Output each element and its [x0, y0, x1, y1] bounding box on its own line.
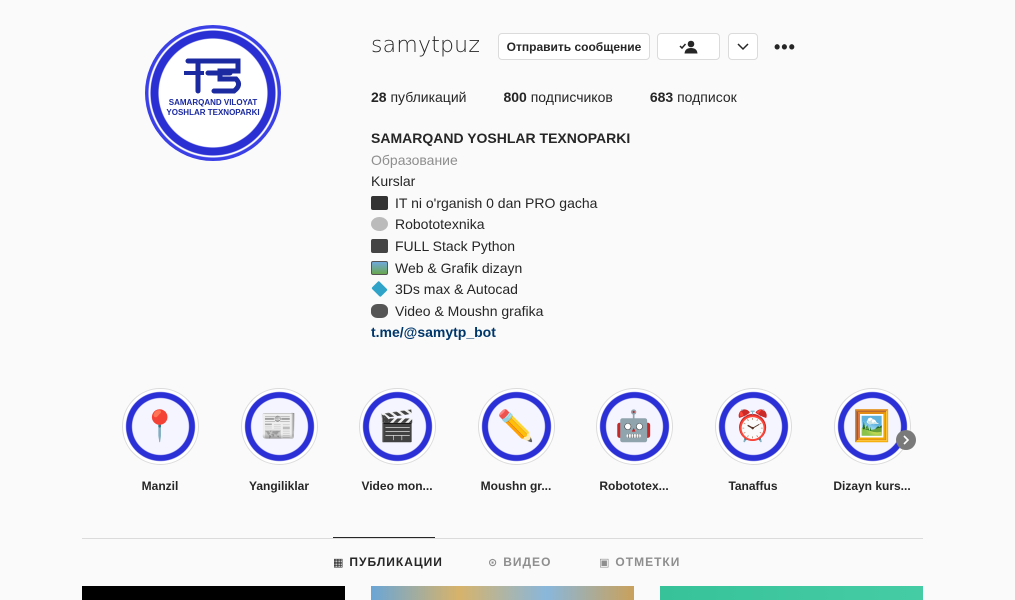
highlight-label: Moushn gr... [480, 479, 552, 493]
framed-picture-icon [371, 260, 388, 275]
highlight-item[interactable]: ✏️ Moushn gr... [471, 388, 561, 493]
profile-bio: SAMARQAND YOSHLAR TEXNOPARKI Образование… [371, 128, 630, 344]
tab-video-label: ВИДЕО [503, 555, 552, 569]
posts-count: 28 [371, 89, 387, 105]
robot-icon: 🤖 [598, 391, 670, 462]
suggestions-dropdown-button[interactable] [728, 33, 758, 60]
post-thumbnail[interactable] [82, 586, 345, 600]
story-highlights: 📍 Manzil 📰 Yangiliklar 🎬 Video mon... ✏️… [0, 388, 1015, 498]
bio-line-text: 3Ds max & Autocad [395, 281, 518, 298]
tab-posts[interactable]: ▦ ПУБЛИКАЦИИ [333, 555, 443, 569]
map-pin-icon: 📍 [124, 391, 196, 462]
highlight-item[interactable]: ⏰ Tanaffus [708, 388, 798, 493]
highlight-label: Video mon... [361, 479, 433, 493]
highlight-label: Tanaffus [728, 479, 778, 493]
highlight-ring: ⏰ [714, 388, 792, 465]
chevron-down-icon [737, 42, 749, 50]
alarm-clock-icon: ⏰ [717, 391, 789, 462]
bio-category: Образование [371, 151, 458, 168]
highlight-item[interactable]: 🎬 Video mon... [352, 388, 442, 493]
bio-line-text: Web & Grafik dizayn [395, 259, 523, 276]
tabs-divider [82, 538, 923, 539]
highlight-ring: 🤖 [595, 388, 673, 465]
bio-line-text: FULL Stack Python [395, 237, 516, 254]
play-circle-icon: ⊙ [488, 556, 499, 569]
highlight-ring: 🎬 [358, 388, 436, 465]
more-horizontal-icon[interactable]: ••• [774, 37, 796, 58]
avatar-caption-line1: SAMARQAND VILOYAT [168, 98, 258, 107]
posts-label: публикаций [390, 89, 467, 105]
tab-tagged-label: ОТМЕТКИ [615, 555, 681, 569]
followers-count: 800 [503, 89, 527, 105]
pencil-ruler-icon: ✏️ [480, 391, 552, 462]
highlight-ring: 📰 [240, 388, 318, 465]
bio-link[interactable]: t.me/@samytp_bot [371, 322, 630, 344]
post-thumbnail[interactable] [371, 586, 634, 600]
active-tab-indicator [333, 537, 435, 538]
following-stat[interactable]: 683 подписок [650, 89, 737, 105]
profile-stats: 28 публикаций 800 подписчиков 683 подпис… [371, 89, 774, 105]
film-projector-icon [371, 303, 388, 318]
bio-line: Web & Grafik dizayn [371, 258, 630, 280]
highlight-label: Dizayn kurs... [833, 479, 911, 493]
robot-face-icon [371, 217, 388, 232]
bio-line: 3Ds max & Autocad [371, 279, 630, 301]
post-thumbnail[interactable] [660, 586, 923, 600]
bio-name: SAMARQAND YOSHLAR TEXNOPARKI [371, 130, 631, 146]
following-label: подписок [677, 89, 737, 105]
laptop-icon [371, 238, 388, 253]
bio-line-text: Video & Moushn grafika [395, 302, 544, 319]
person-check-icon [678, 40, 697, 53]
tab-tagged[interactable]: ▣ ОТМЕТКИ [599, 555, 680, 569]
following-count: 683 [649, 89, 674, 105]
video-icon: 🎬 [361, 391, 433, 462]
posts-stat[interactable]: 28 публикаций [371, 89, 466, 105]
design-tablet-icon: 🖼️ [836, 391, 908, 462]
avatar-caption-line2: YOSHLAR TEXNOPARKI [166, 108, 260, 117]
tp-logo-icon [145, 53, 281, 102]
bio-line-text: IT ni o'rganish 0 dan PRO gacha [395, 194, 598, 211]
followers-stat[interactable]: 800 подписчиков [503, 89, 612, 105]
highlight-item[interactable]: 📍 Manzil [115, 388, 205, 493]
highlight-item[interactable]: 📰 Yangiliklar [234, 388, 324, 493]
bio-line: Robototexnika [371, 214, 630, 236]
highlight-label: Yangiliklar [248, 479, 310, 493]
profile-avatar[interactable]: SAMARQAND VILOYAT YOSHLAR TEXNOPARKI [145, 25, 281, 161]
profile-username: samytpuz [371, 33, 481, 58]
highlight-label: Robototex... [599, 479, 669, 493]
highlights-next-button[interactable] [896, 430, 916, 450]
following-button[interactable] [657, 33, 720, 60]
followers-label: подписчиков [530, 89, 613, 105]
highlight-ring: ✏️ [477, 388, 555, 465]
highlight-ring: 📍 [121, 388, 199, 465]
highlight-ring: 🖼️ [833, 388, 911, 465]
tab-posts-label: ПУБЛИКАЦИИ [349, 555, 443, 569]
grid-icon: ▦ [333, 556, 345, 569]
bio-line: IT ni o'rganish 0 dan PRO gacha [371, 193, 630, 215]
bio-line: Kurslar [371, 173, 416, 190]
send-message-button[interactable]: Отправить сообщение [498, 33, 650, 60]
tab-video[interactable]: ⊙ ВИДЕО [488, 555, 551, 569]
bio-line: FULL Stack Python [371, 236, 630, 258]
avatar-caption: SAMARQAND VILOYAT YOSHLAR TEXNOPARKI [145, 98, 281, 118]
diamond-icon [371, 280, 388, 298]
news-icon: 📰 [243, 391, 315, 462]
highlight-item[interactable]: 🤖 Robototex... [589, 388, 679, 493]
bio-line-text: Robototexnika [395, 216, 485, 233]
chevron-right-icon [903, 435, 910, 445]
bio-line: Video & Moushn grafika [371, 301, 630, 323]
computer-icon [371, 195, 388, 210]
highlight-label: Manzil [141, 479, 179, 493]
tag-person-icon: ▣ [599, 556, 611, 569]
